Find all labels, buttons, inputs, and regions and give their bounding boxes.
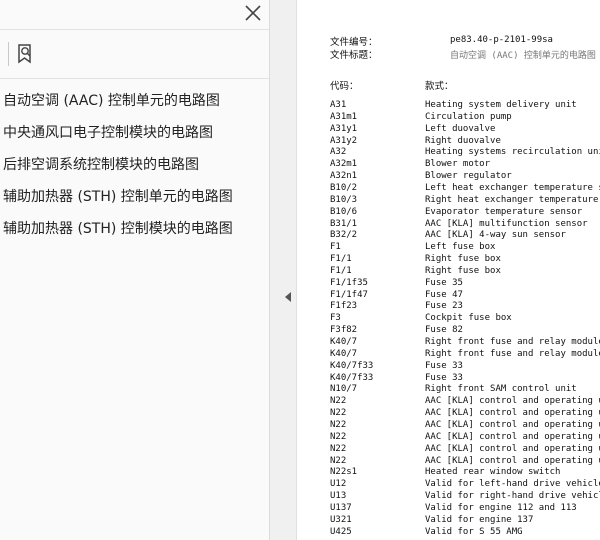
row-description: AAC [KLA] control and operating unit xyxy=(425,396,600,407)
row-code: A31m1 xyxy=(330,111,358,122)
model-column-header: 款式： xyxy=(425,81,454,92)
row-description: Right heat exchanger temperature sensor xyxy=(425,194,600,205)
sidebar-splitter[interactable] xyxy=(270,0,297,540)
row-description: Blower motor xyxy=(425,159,491,170)
row-code: B10/6 xyxy=(330,206,358,217)
row-code: N22 xyxy=(330,455,347,466)
row-code: A31 xyxy=(330,100,347,110)
row-code: N22s1 xyxy=(330,467,358,478)
sidebar-toolbar xyxy=(0,30,269,78)
row-description: Fuse 23 xyxy=(425,301,463,312)
row-code: F3f82 xyxy=(330,325,358,336)
row-code: U12 xyxy=(330,479,347,490)
row-code: K40/7f33 xyxy=(330,360,374,371)
doc-title-value: 自动空调 (AAC) 控制单元的电路图 xyxy=(450,51,596,61)
bookmarks-sidebar: 自动空调 (AAC) 控制单元的电路图 中央通风口电子控制模块的电路图 后排空调系统… xyxy=(0,0,270,540)
row-code: K40/7 xyxy=(330,348,358,359)
row-description: Cockpit fuse box xyxy=(425,313,512,324)
row-code: A32m1 xyxy=(330,159,358,170)
row-description: Right fuse box xyxy=(425,254,501,265)
row-code: U425 xyxy=(330,526,352,537)
row-description: Right front SAM control unit xyxy=(425,384,577,395)
row-code: F1/1 xyxy=(330,265,352,276)
row-description: Circulation pump xyxy=(425,111,512,122)
row-code: B31/1 xyxy=(330,218,358,229)
row-code: N10/7 xyxy=(330,384,358,395)
row-description: Fuse 82 xyxy=(425,325,463,336)
bookmark-item[interactable]: 后排空调系统控制模块的电路图 xyxy=(3,156,199,174)
row-description: Valid for engine 137 xyxy=(425,514,534,525)
bookmark-options-button[interactable] xyxy=(14,42,38,66)
row-description: Right front fuse and relay module xyxy=(425,337,600,347)
row-code: N22 xyxy=(330,443,347,454)
document-page: 文件编号： pe83.40-p-2101-99sa 文件标题： 自动空调 (AA… xyxy=(297,0,600,540)
row-code: K40/7 xyxy=(330,337,358,347)
close-sidebar-button[interactable] xyxy=(240,0,268,28)
row-description: AAC [KLA] control and operating unit xyxy=(425,408,600,419)
row-code: A31y2 xyxy=(330,135,358,146)
row-description: Fuse 33 xyxy=(425,372,463,383)
row-code: A32n1 xyxy=(330,171,358,182)
row-description: Valid for right-hand drive vehicles xyxy=(425,491,600,502)
row-description: Fuse 33 xyxy=(425,360,463,371)
row-description: Right duovalve xyxy=(425,135,501,146)
row-code: F1/1 xyxy=(330,254,352,265)
row-code: U13 xyxy=(330,491,347,502)
row-description: Heating system delivery unit xyxy=(425,100,577,110)
row-description: Evaporator temperature sensor xyxy=(425,206,583,217)
row-description: Left fuse box xyxy=(425,242,496,253)
row-description: Heating systems recirculation unit xyxy=(425,147,600,158)
collapse-sidebar-arrow-icon[interactable] xyxy=(285,292,291,302)
row-code: F3 xyxy=(330,313,341,324)
row-description: Valid for left-hand drive vehicles xyxy=(425,479,600,490)
row-description: AAC [KLA] multifunction sensor xyxy=(425,218,588,229)
bookmark-item[interactable]: 辅助加热器 (STH) 控制单元的电路图 xyxy=(3,188,233,206)
close-icon xyxy=(245,5,261,21)
row-code: U321 xyxy=(330,514,352,525)
row-description: Right front fuse and relay module xyxy=(425,348,600,359)
row-code: A32 xyxy=(330,147,347,158)
row-code: A31y1 xyxy=(330,123,358,134)
row-code: N22 xyxy=(330,431,347,442)
row-code: N22 xyxy=(330,396,347,407)
bookmark-search-icon xyxy=(18,44,31,64)
row-description: AAC [KLA] control and operating unit xyxy=(425,455,600,466)
row-description: Left heat exchanger temperature sensor xyxy=(425,182,600,193)
row-code: F1/1f35 xyxy=(330,277,368,288)
row-description: AAC [KLA] control and operating unit xyxy=(425,431,600,442)
row-code: F1 xyxy=(330,242,341,253)
doc-title-label: 文件标题： xyxy=(330,50,378,61)
row-code: N22 xyxy=(330,408,347,419)
row-description: Fuse 35 xyxy=(425,277,463,288)
row-description: Valid for engine 112 and 113 xyxy=(425,502,577,513)
doc-number-label: 文件编号： xyxy=(330,37,378,48)
row-code: K40/7f33 xyxy=(330,372,374,383)
row-description: Left duovalve xyxy=(425,123,496,134)
doc-number-value: pe83.40-p-2101-99sa xyxy=(450,35,553,45)
row-code: B10/2 xyxy=(330,182,358,193)
bookmark-item[interactable]: 中央通风口电子控制模块的电路图 xyxy=(3,124,213,142)
row-code: F1f23 xyxy=(330,301,358,312)
row-code: B10/3 xyxy=(330,194,358,205)
row-code: U137 xyxy=(330,502,352,513)
row-description: AAC [KLA] 4-way sun sensor xyxy=(425,230,566,241)
row-description: AAC [KLA] control and operating unit xyxy=(425,443,600,454)
toolbar-separator xyxy=(8,42,9,66)
bookmark-item[interactable]: 辅助加热器 (STH) 控制模块的电路图 xyxy=(3,220,233,238)
row-description: Valid for S 55 AMG xyxy=(425,526,523,537)
row-description: Right fuse box xyxy=(425,265,501,276)
row-code: B32/2 xyxy=(330,230,358,241)
row-code: N22 xyxy=(330,419,347,430)
sidebar-divider xyxy=(0,78,269,79)
row-description: Blower regulator xyxy=(425,171,512,182)
row-code: F1/1f47 xyxy=(330,289,368,300)
bookmark-item[interactable]: 自动空调 (AAC) 控制单元的电路图 xyxy=(3,92,220,110)
row-description: Fuse 47 xyxy=(425,289,463,300)
code-column-header: 代码： xyxy=(330,81,359,92)
row-description: Heated rear window switch xyxy=(425,467,561,478)
row-description: AAC [KLA] control and operating unit xyxy=(425,419,600,430)
